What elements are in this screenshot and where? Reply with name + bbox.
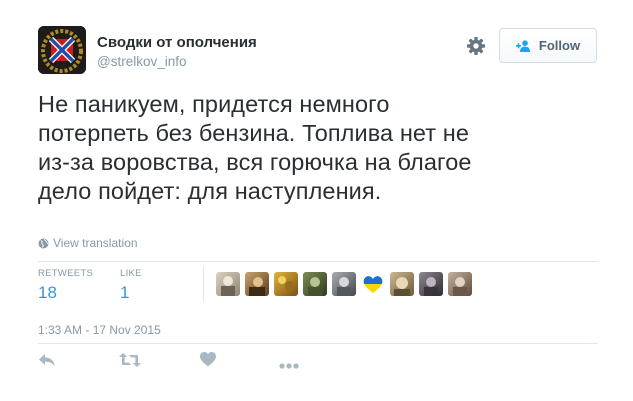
liker-avatar[interactable] (303, 272, 327, 296)
gear-icon[interactable] (466, 36, 486, 56)
add-user-icon (515, 39, 530, 52)
divider (38, 261, 598, 262)
liker-avatars (216, 272, 477, 296)
retweet-icon[interactable] (119, 352, 141, 373)
liker-avatar[interactable] (419, 272, 443, 296)
liker-avatar[interactable] (390, 272, 414, 296)
liker-avatar[interactable] (361, 272, 385, 296)
like-icon[interactable] (200, 352, 216, 372)
tweet-line: потерпеть без бензина. Топлива нет не (38, 120, 470, 146)
tweet-line: дело пойдет: для наступления. (38, 178, 382, 204)
timestamp[interactable]: 1:33 AM - 17 Nov 2015 (38, 323, 161, 337)
likes-count[interactable]: 1 (120, 283, 129, 303)
liker-avatar[interactable] (245, 272, 269, 296)
likes-label: LIKE (120, 268, 142, 279)
view-translation-label: View translation (53, 236, 138, 250)
view-translation-link[interactable]: View translation (38, 236, 138, 250)
account-name[interactable]: Сводки от ополчения (97, 34, 257, 51)
tweet-text: Не паникуем, придется немного потерпеть … (38, 90, 598, 206)
divider (203, 266, 204, 302)
divider (38, 343, 598, 344)
liker-avatar[interactable] (274, 272, 298, 296)
tweet-line: Не паникуем, придется немного (38, 91, 390, 117)
follow-label: Follow (538, 38, 581, 53)
account-handle[interactable]: @strelkov_info (97, 54, 187, 69)
liker-avatar[interactable] (216, 272, 240, 296)
follow-button[interactable]: Follow (499, 28, 597, 63)
avatar[interactable] (38, 26, 86, 74)
globe-icon (38, 238, 49, 248)
more-icon[interactable] (279, 356, 299, 374)
liker-avatar[interactable] (448, 272, 472, 296)
retweets-count[interactable]: 18 (38, 283, 57, 303)
reply-icon[interactable] (38, 352, 56, 373)
retweets-label: RETWEETS (38, 268, 94, 279)
liker-avatar[interactable] (332, 272, 356, 296)
tweet-line: из-за воровства, вся горючка на благое (38, 149, 472, 175)
